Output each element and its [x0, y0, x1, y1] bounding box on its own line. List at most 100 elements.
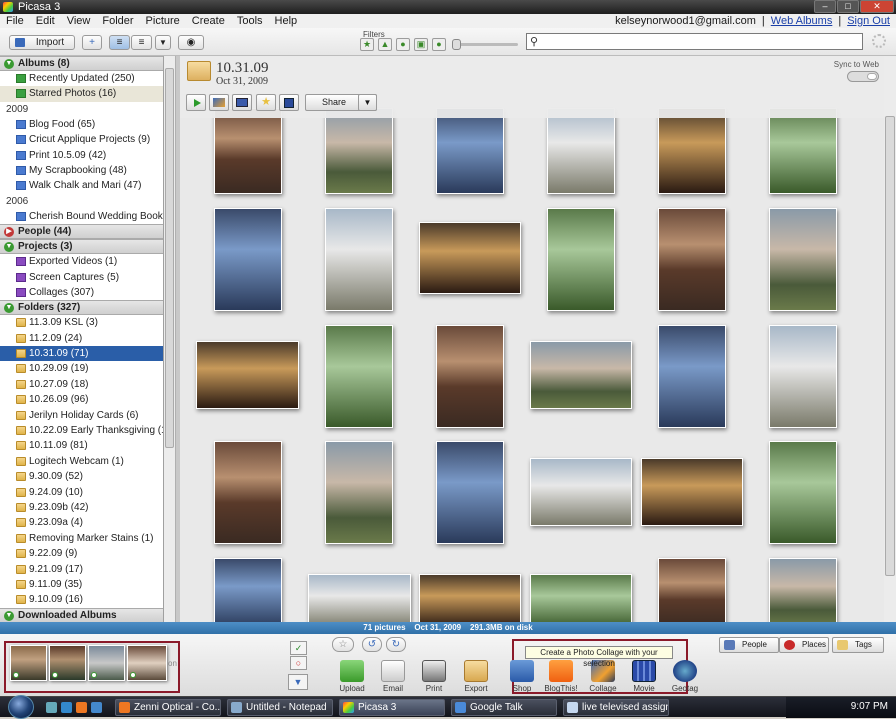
photo-thumbnail[interactable] — [658, 208, 726, 311]
photo-thumbnail[interactable] — [547, 208, 615, 311]
quicklaunch-firefox-icon[interactable] — [76, 702, 87, 713]
photo-thumbnail[interactable] — [769, 108, 837, 194]
sidebar-item-recently-updated[interactable]: Recently Updated (250) — [0, 71, 163, 86]
albums-section-header[interactable]: ▼ Albums (8) — [0, 56, 163, 71]
sidebar-item-project[interactable]: Screen Captures (5) — [0, 270, 163, 285]
tray-photo[interactable] — [10, 645, 47, 681]
collapse-icon[interactable]: ▼ — [4, 59, 14, 69]
star-folder-button[interactable]: ★ — [256, 94, 276, 111]
shop-button[interactable]: Shop — [504, 660, 540, 693]
sidebar-item-folder[interactable]: 10.26.09 (96) — [0, 392, 163, 407]
menu-file[interactable]: File — [0, 15, 30, 27]
sidebar-item-folder[interactable]: 10.29.09 (19) — [0, 361, 163, 376]
photo-thumbnail[interactable] — [436, 441, 504, 544]
scrollbar-thumb[interactable] — [885, 116, 895, 576]
upload-button[interactable]: Upload — [334, 660, 370, 693]
photo-thumbnail[interactable] — [769, 208, 837, 311]
blogthis-button[interactable]: BlogThis! — [543, 660, 579, 693]
sidebar-item-folder[interactable]: 10.11.09 (81) — [0, 438, 163, 453]
email-button[interactable]: Email — [375, 660, 411, 693]
photo-thumbnail[interactable] — [196, 341, 299, 409]
sidebar-item-folder[interactable]: 9.23.09b (42) — [0, 500, 163, 515]
photo-thumbnail[interactable] — [769, 441, 837, 544]
sidebar-item-project[interactable]: Collages (307) — [0, 285, 163, 300]
taskbar-item-zenni[interactable]: Zenni Optical - Co... — [115, 699, 221, 716]
import-button[interactable]: Import — [9, 35, 75, 50]
slider-knob[interactable] — [452, 39, 461, 50]
taskbar-item-google-talk[interactable]: Google Talk — [451, 699, 557, 716]
people-tab-button[interactable]: People — [719, 637, 779, 653]
collage-folder-button[interactable] — [209, 94, 229, 111]
save-button[interactable] — [279, 94, 299, 111]
taskbar-item-notepad[interactable]: Untitled - Notepad — [227, 699, 333, 716]
list-view-icon[interactable]: ≡ — [109, 35, 130, 50]
sign-out-link[interactable]: Sign Out — [847, 15, 890, 27]
sidebar-scrollbar[interactable] — [164, 56, 176, 622]
tags-tab-button[interactable]: Tags — [832, 637, 884, 653]
sidebar-item-album[interactable]: Walk Chalk and Mari (47) — [0, 178, 163, 193]
sidebar-item-album[interactable]: Cherish Bound Wedding Book (6) — [0, 209, 163, 224]
photo-thumbnail[interactable] — [325, 208, 393, 311]
sidebar-item-project[interactable]: Exported Videos (1) — [0, 254, 163, 269]
photo-thumbnail[interactable] — [641, 458, 743, 526]
menu-view[interactable]: View — [61, 15, 97, 27]
sidebar-item-album[interactable]: Blog Food (65) — [0, 117, 163, 132]
photo-thumbnail[interactable] — [530, 458, 632, 526]
maximize-icon[interactable]: □ — [837, 0, 859, 13]
sidebar-item-folder[interactable]: 9.10.09 (16) — [0, 592, 163, 607]
rotate-right-icon[interactable]: ↻ — [386, 637, 406, 652]
photo-thumbnail[interactable] — [436, 325, 504, 428]
photo-thumbnail[interactable] — [214, 108, 282, 194]
sidebar-item-folder[interactable]: Jerilyn Holiday Cards (6) — [0, 408, 163, 423]
photo-thumbnail[interactable] — [769, 558, 837, 622]
movie-button[interactable]: Movie — [626, 660, 662, 693]
search-input[interactable]: ⚲ — [526, 33, 863, 50]
photo-thumbnail[interactable] — [547, 108, 615, 194]
filter-date-slider[interactable] — [452, 39, 518, 50]
sidebar-item-album[interactable]: My Scrapbooking (48) — [0, 163, 163, 178]
menu-help[interactable]: Help — [269, 15, 304, 27]
tree-view-icon[interactable]: ≡ — [131, 35, 152, 50]
menu-tools[interactable]: Tools — [231, 15, 269, 27]
photo-thumbnail[interactable] — [530, 574, 632, 622]
add-to-album-button[interactable]: + — [82, 35, 102, 50]
minimize-icon[interactable]: – — [814, 0, 836, 13]
filter-uploaded-icon[interactable]: ▲ — [378, 38, 392, 51]
downloaded-albums-section-header[interactable]: ▼ Downloaded Albums — [0, 607, 163, 622]
photo-thumbnail[interactable] — [419, 574, 521, 622]
photo-thumbnail[interactable] — [658, 325, 726, 428]
photo-thumbnail[interactable] — [325, 441, 393, 544]
movie-folder-button[interactable] — [232, 94, 252, 111]
photo-grid-scrollbar[interactable] — [884, 56, 896, 622]
taskbar-item-picasa[interactable]: Picasa 3 — [339, 699, 445, 716]
sidebar-item-folder[interactable]: 9.23.09a (4) — [0, 515, 163, 530]
sidebar-item-folder[interactable]: 9.24.09 (10) — [0, 485, 163, 500]
menu-picture[interactable]: Picture — [140, 15, 186, 27]
slideshow-button[interactable]: ◉ — [178, 35, 204, 50]
geotag-button[interactable]: Geotag — [667, 660, 703, 693]
clear-selection-icon[interactable]: ○ — [290, 656, 307, 670]
sidebar-item-folder[interactable]: 11.2.09 (24) — [0, 331, 163, 346]
sync-toggle[interactable] — [847, 71, 879, 82]
sidebar-item-folder[interactable]: 9.22.09 (9) — [0, 546, 163, 561]
close-icon[interactable]: ✕ — [860, 0, 894, 13]
collapse-icon[interactable]: ▼ — [4, 610, 14, 621]
sidebar-item-folder[interactable]: 9.11.09 (35) — [0, 577, 163, 592]
photo-thumbnail[interactable] — [325, 325, 393, 428]
people-section-header[interactable]: ▶ People (44) — [0, 224, 163, 240]
menu-folder[interactable]: Folder — [96, 15, 139, 27]
photo-thumbnail[interactable] — [530, 341, 632, 409]
menu-edit[interactable]: Edit — [30, 15, 61, 27]
photo-thumbnail[interactable] — [214, 558, 282, 622]
photo-thumbnail[interactable] — [308, 574, 411, 622]
projects-section-header[interactable]: ▼ Projects (3) — [0, 239, 163, 255]
collapse-icon[interactable]: ▼ — [4, 303, 14, 314]
photo-thumbnail[interactable] — [214, 441, 282, 544]
hold-selection-icon[interactable]: ✓ — [290, 641, 307, 655]
sidebar-item-folder[interactable]: Removing Marker Stains (1) — [0, 531, 163, 546]
sidebar-item-folder[interactable]: 9.21.09 (17) — [0, 562, 163, 577]
sidebar-item-folder[interactable]: 9.30.09 (52) — [0, 469, 163, 484]
tray-photo[interactable] — [127, 645, 167, 681]
export-button[interactable]: Export — [458, 660, 494, 693]
quicklaunch-ie-icon[interactable] — [61, 702, 72, 713]
